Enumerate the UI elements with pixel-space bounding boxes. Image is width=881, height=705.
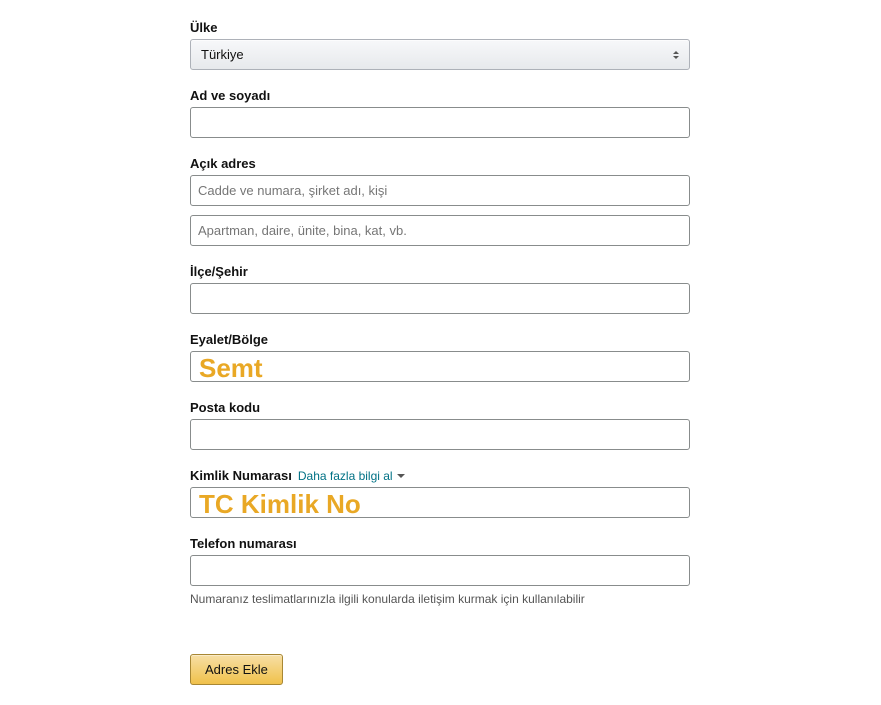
idnum-input-wrap[interactable]: TC Kimlik No [190,487,690,518]
chevron-down-icon [397,474,405,478]
phone-field-group: Telefon numarası Numaranız teslimatların… [190,536,690,606]
name-field-group: Ad ve soyadı [190,88,690,138]
name-input[interactable] [190,107,690,138]
state-annotation: Semt [191,353,263,381]
city-input[interactable] [190,283,690,314]
state-input-wrap[interactable]: Semt [190,351,690,382]
address-label: Açık adres [190,156,690,171]
country-field-group: Ülke Türkiye [190,20,690,70]
country-value: Türkiye [201,47,244,62]
idnum-annotation: TC Kimlik No [191,489,361,517]
city-label: İlçe/Şehir [190,264,690,279]
city-field-group: İlçe/Şehir [190,264,690,314]
state-label: Eyalet/Bölge [190,332,690,347]
address-line2-input[interactable] [190,215,690,246]
country-select[interactable]: Türkiye [190,39,690,70]
idnum-field-group: Kimlik Numarası Daha fazla bilgi al TC K… [190,468,690,518]
address-line1-input[interactable] [190,175,690,206]
updown-caret-icon [671,48,681,62]
phone-label: Telefon numarası [190,536,690,551]
phone-hint: Numaranız teslimatlarınızla ilgili konul… [190,592,690,606]
name-label: Ad ve soyadı [190,88,690,103]
idnum-label: Kimlik Numarası [190,468,292,483]
state-field-group: Eyalet/Bölge Semt [190,332,690,382]
postal-label: Posta kodu [190,400,690,415]
phone-input[interactable] [190,555,690,586]
postal-field-group: Posta kodu [190,400,690,450]
address-form: Ülke Türkiye Ad ve soyadı Açık adres İlç… [190,20,690,685]
idnum-info-text: Daha fazla bilgi al [298,469,393,483]
postal-input[interactable] [190,419,690,450]
add-address-button[interactable]: Adres Ekle [190,654,283,685]
idnum-info-link[interactable]: Daha fazla bilgi al [298,469,405,483]
country-label: Ülke [190,20,690,35]
address-field-group: Açık adres [190,156,690,246]
